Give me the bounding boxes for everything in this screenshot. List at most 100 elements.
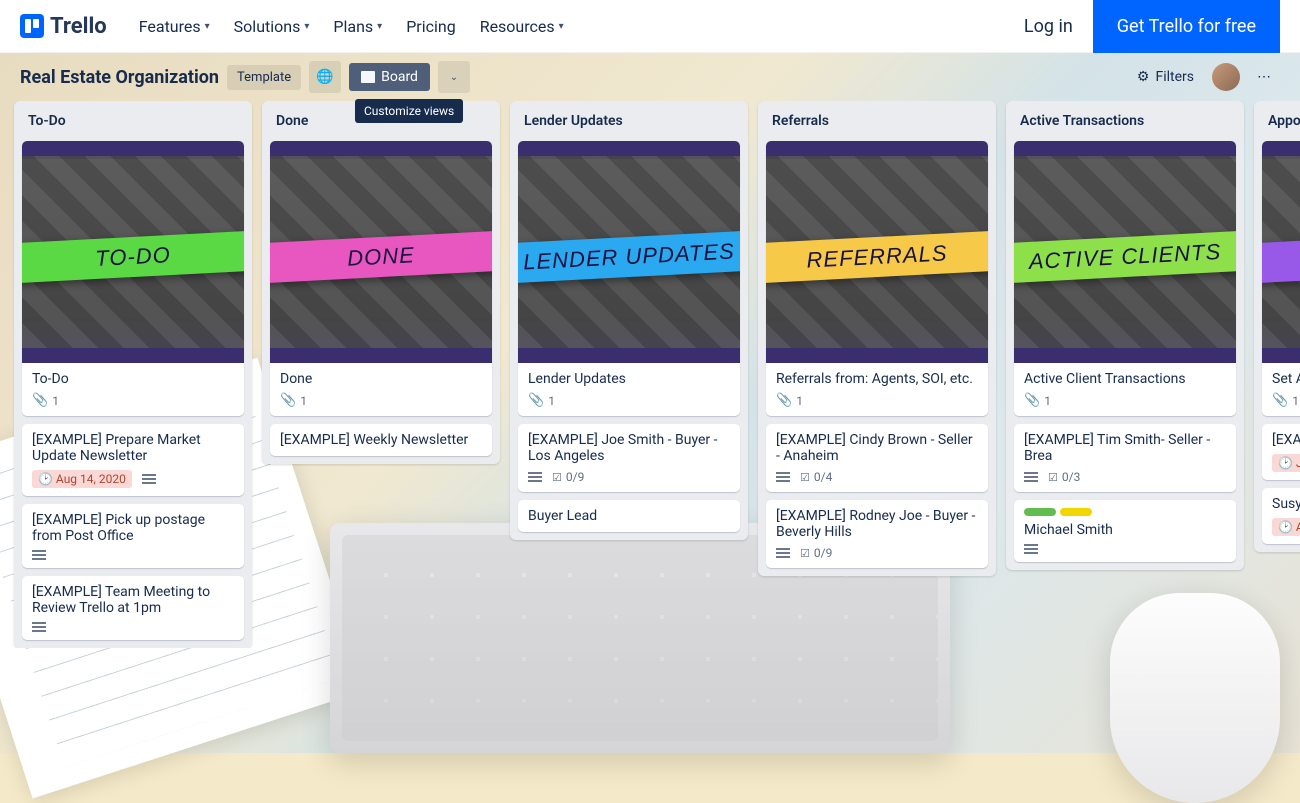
lists-container[interactable]: To-DoTO-DOTo-Do📎1[EXAMPLE] Prepare Marke… (0, 101, 1300, 648)
paperclip-icon: 📎 (528, 393, 544, 408)
clock-icon: 🕑 (38, 472, 53, 486)
card[interactable]: [EXAMPLE] Team Meeting to Review Trello … (22, 576, 244, 640)
card-title: [EXAM Seller (1272, 432, 1300, 448)
brand-logo[interactable]: Trello (20, 14, 107, 39)
paperclip-icon: 📎 (1024, 393, 1040, 408)
card[interactable]: Michael Smith (1014, 500, 1236, 562)
card-label (1024, 508, 1056, 516)
get-trello-button[interactable]: Get Trello for free (1093, 0, 1280, 53)
card[interactable]: [EXAM Seller 🕑 Jan (1262, 424, 1300, 480)
filters-button[interactable]: ⚙Filters (1127, 63, 1204, 91)
card[interactable]: [EXAMPLE] Prepare Market Update Newslett… (22, 424, 244, 496)
card[interactable]: [EXAMPLE] Pick up postage from Post Offi… (22, 504, 244, 568)
cover-card[interactable]: TO-DOTo-Do📎1 (22, 141, 244, 416)
list-title[interactable]: Referrals (766, 109, 988, 133)
filter-icon: ⚙ (1137, 69, 1150, 85)
attachment-badge: 📎1 (1272, 393, 1299, 408)
card-title: [EXAMPLE] Prepare Market Update Newslett… (32, 432, 234, 464)
attachment-badge: 📎1 (280, 393, 307, 408)
chevron-down-icon: ▾ (205, 21, 210, 32)
cover-card[interactable]: LENDER UPDATESLender Updates📎1 (518, 141, 740, 416)
checklist-icon: ☑ (552, 471, 562, 484)
card-title: [EXAMPLE] Cindy Brown - Seller - Anaheim (776, 432, 978, 464)
card[interactable]: [EXAMPLE] Tim Smith- Seller - Brea☑ 0/3 (1014, 424, 1236, 492)
list: To-DoTO-DOTo-Do📎1[EXAMPLE] Prepare Marke… (14, 101, 252, 648)
paperclip-icon: 📎 (776, 393, 792, 408)
card-title: [EXAMPLE] Rodney Joe - Buyer - Beverly H… (776, 508, 978, 540)
description-icon (32, 622, 46, 632)
card-title: To-Do (32, 371, 234, 387)
brand-text: Trello (50, 14, 107, 39)
cover-card[interactable]: REFERRALSReferrals from: Agents, SOI, et… (766, 141, 988, 416)
nav-resources[interactable]: Resources▾ (470, 9, 574, 44)
list: DoneDONEDone📎1[EXAMPLE] Weekly Newslette… (262, 101, 500, 464)
due-date-badge: 🕑 Aug 14, 2020 (32, 470, 132, 488)
description-badge (32, 550, 46, 560)
clock-icon: 🕑 (1278, 456, 1293, 470)
description-badge (142, 474, 156, 484)
card[interactable]: Buyer Lead (518, 500, 740, 532)
cover-card[interactable]: APSet App📎1 (1262, 141, 1300, 416)
attachment-badge: 📎1 (528, 393, 555, 408)
paperclip-icon: 📎 (32, 393, 48, 408)
list-title[interactable]: Active Transactions (1014, 109, 1236, 133)
card-title: [EXAMPLE] Pick up postage from Post Offi… (32, 512, 234, 544)
clock-icon: 🕑 (1278, 520, 1293, 534)
board-area: Real Estate Organization Template 🌐 Boar… (0, 53, 1300, 753)
list-title[interactable]: To-Do (22, 109, 244, 133)
card-title: [EXAMPLE] Joe Smith - Buyer - Los Angele… (528, 432, 730, 464)
list: AppoinAPSet App📎1[EXAM Seller🕑 JanSusy J… (1254, 101, 1300, 552)
checklist-badge: ☑ 0/9 (552, 470, 584, 484)
globe-icon[interactable]: 🌐 (309, 61, 341, 93)
nav-solutions[interactable]: Solutions▾ (224, 9, 320, 44)
chevron-down-icon: ▾ (377, 21, 382, 32)
nav-pricing[interactable]: Pricing (396, 9, 466, 44)
user-avatar[interactable] (1212, 63, 1240, 91)
description-badge (32, 622, 46, 632)
board-menu-button[interactable]: ⋯ (1248, 61, 1280, 93)
board-view-button[interactable]: Board (349, 63, 430, 91)
description-badge (1024, 472, 1038, 482)
description-badge (776, 548, 790, 558)
attachment-badge: 📎1 (32, 393, 59, 408)
description-icon (1024, 472, 1038, 482)
nav-items: Features▾ Solutions▾ Plans▾ Pricing Reso… (129, 9, 574, 44)
description-badge (528, 472, 542, 482)
card[interactable]: [EXAMPLE] Cindy Brown - Seller - Anaheim… (766, 424, 988, 492)
description-icon (528, 472, 542, 482)
board-title[interactable]: Real Estate Organization (20, 67, 219, 88)
card-title: Susy Jo (1272, 496, 1300, 512)
card[interactable]: [EXAMPLE] Weekly Newsletter (270, 424, 492, 456)
card-title: Michael Smith (1024, 522, 1226, 538)
nav-plans[interactable]: Plans▾ (323, 9, 392, 44)
login-link[interactable]: Log in (1004, 4, 1093, 49)
checklist-icon: ☑ (800, 471, 810, 484)
card-title: Lender Updates (528, 371, 730, 387)
nav-features[interactable]: Features▾ (129, 9, 220, 44)
template-badge[interactable]: Template (227, 65, 301, 90)
view-switcher-button[interactable]: ⌄ (438, 61, 470, 93)
attachment-badge: 📎1 (776, 393, 803, 408)
top-nav: Trello Features▾ Solutions▾ Plans▾ Prici… (0, 0, 1300, 53)
list: Active Transactions ACTIVE CLIENTSActive … (1006, 101, 1244, 570)
card-title: Referrals from: Agents, SOI, etc. (776, 371, 978, 387)
card[interactable]: [EXAMPLE] Rodney Joe - Buyer - Beverly H… (766, 500, 988, 568)
due-date-badge: 🕑 Aug (1272, 518, 1300, 536)
card-title: Buyer Lead (528, 508, 730, 524)
card-title: Active Client Transactions (1024, 371, 1226, 387)
cover-card[interactable]: ACTIVE CLIENTSActive Client Transactions… (1014, 141, 1236, 416)
list: Lender UpdatesLENDER UPDATESLender Updat… (510, 101, 748, 540)
attachment-badge: 📎1 (1024, 393, 1051, 408)
checklist-badge: ☑ 0/3 (1048, 470, 1080, 484)
card-title: Set App (1272, 371, 1300, 387)
card-label (1060, 508, 1092, 516)
checklist-icon: ☑ (800, 547, 810, 560)
cover-card[interactable]: DONEDone📎1 (270, 141, 492, 416)
card[interactable]: [EXAMPLE] Joe Smith - Buyer - Los Angele… (518, 424, 740, 492)
description-badge (776, 472, 790, 482)
list-title[interactable]: Lender Updates (518, 109, 740, 133)
due-date-badge: 🕑 Jan (1272, 454, 1300, 472)
card[interactable]: Susy Jo 🕑 Aug (1262, 488, 1300, 544)
list-title[interactable]: Appoin (1262, 109, 1300, 133)
description-icon (776, 472, 790, 482)
